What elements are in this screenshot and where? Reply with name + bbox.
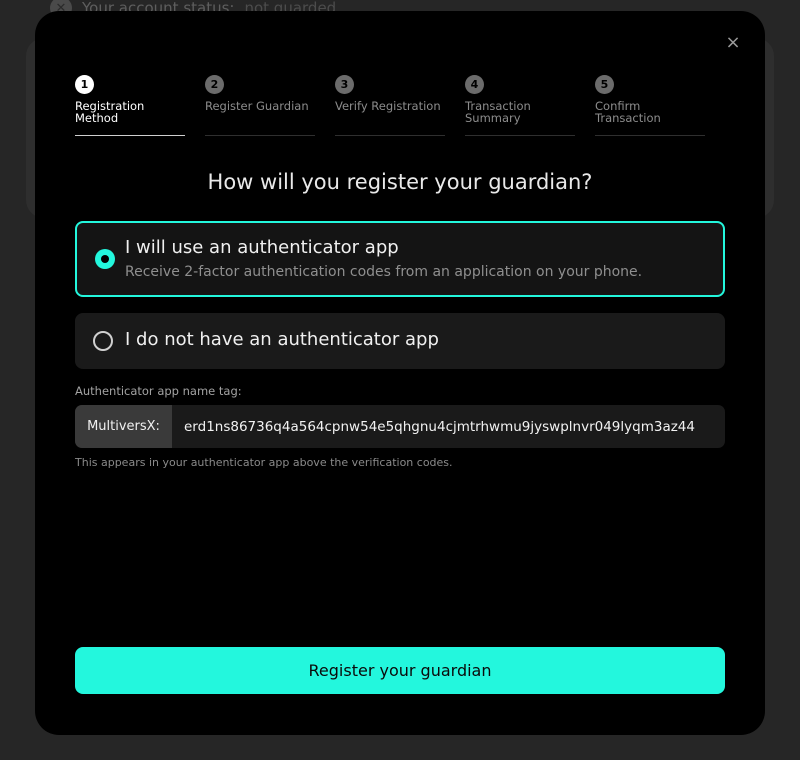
modal-heading: How will you register your guardian? bbox=[207, 170, 593, 194]
guardian-modal: × 1 Registration Method 2 Register Guard… bbox=[35, 11, 765, 735]
name-tag-help: This appears in your authenticator app a… bbox=[75, 456, 453, 469]
name-tag-label: Authenticator app name tag: bbox=[75, 384, 242, 398]
radio-selected-icon[interactable] bbox=[95, 249, 115, 269]
step-label: Register Guardian bbox=[205, 99, 309, 113]
name-tag-field: MultiversX: bbox=[75, 405, 725, 448]
step-verify-registration: 3 Verify Registration bbox=[335, 75, 445, 136]
step-label: Confirm Transaction bbox=[595, 99, 661, 125]
stepper: 1 Registration Method 2 Register Guardia… bbox=[75, 75, 725, 136]
close-icon[interactable]: × bbox=[723, 33, 743, 53]
step-number: 2 bbox=[205, 75, 224, 94]
option-title: I will use an authenticator app bbox=[125, 237, 399, 258]
step-register-guardian: 2 Register Guardian bbox=[205, 75, 315, 136]
step-number: 5 bbox=[595, 75, 614, 94]
step-confirm-transaction: 5 Confirm Transaction bbox=[595, 75, 705, 136]
step-label: Transaction Summary bbox=[465, 99, 531, 125]
option-no-authenticator-app[interactable]: I do not have an authenticator app bbox=[75, 313, 725, 369]
step-label: Registration Method bbox=[75, 99, 145, 125]
step-label: Verify Registration bbox=[335, 99, 441, 113]
step-number: 3 bbox=[335, 75, 354, 94]
register-guardian-button[interactable]: Register your guardian bbox=[75, 647, 725, 694]
option-title: I do not have an authenticator app bbox=[125, 329, 439, 350]
step-number: 1 bbox=[75, 75, 94, 94]
step-registration-method: 1 Registration Method bbox=[75, 75, 185, 136]
option-authenticator-app[interactable]: I will use an authenticator app Receive … bbox=[75, 221, 725, 297]
name-tag-prefix: MultiversX: bbox=[75, 405, 172, 448]
name-tag-input[interactable] bbox=[172, 405, 725, 448]
option-description: Receive 2-factor authentication codes fr… bbox=[125, 264, 643, 280]
step-number: 4 bbox=[465, 75, 484, 94]
radio-unselected-icon[interactable] bbox=[93, 331, 113, 351]
step-transaction-summary: 4 Transaction Summary bbox=[465, 75, 575, 136]
